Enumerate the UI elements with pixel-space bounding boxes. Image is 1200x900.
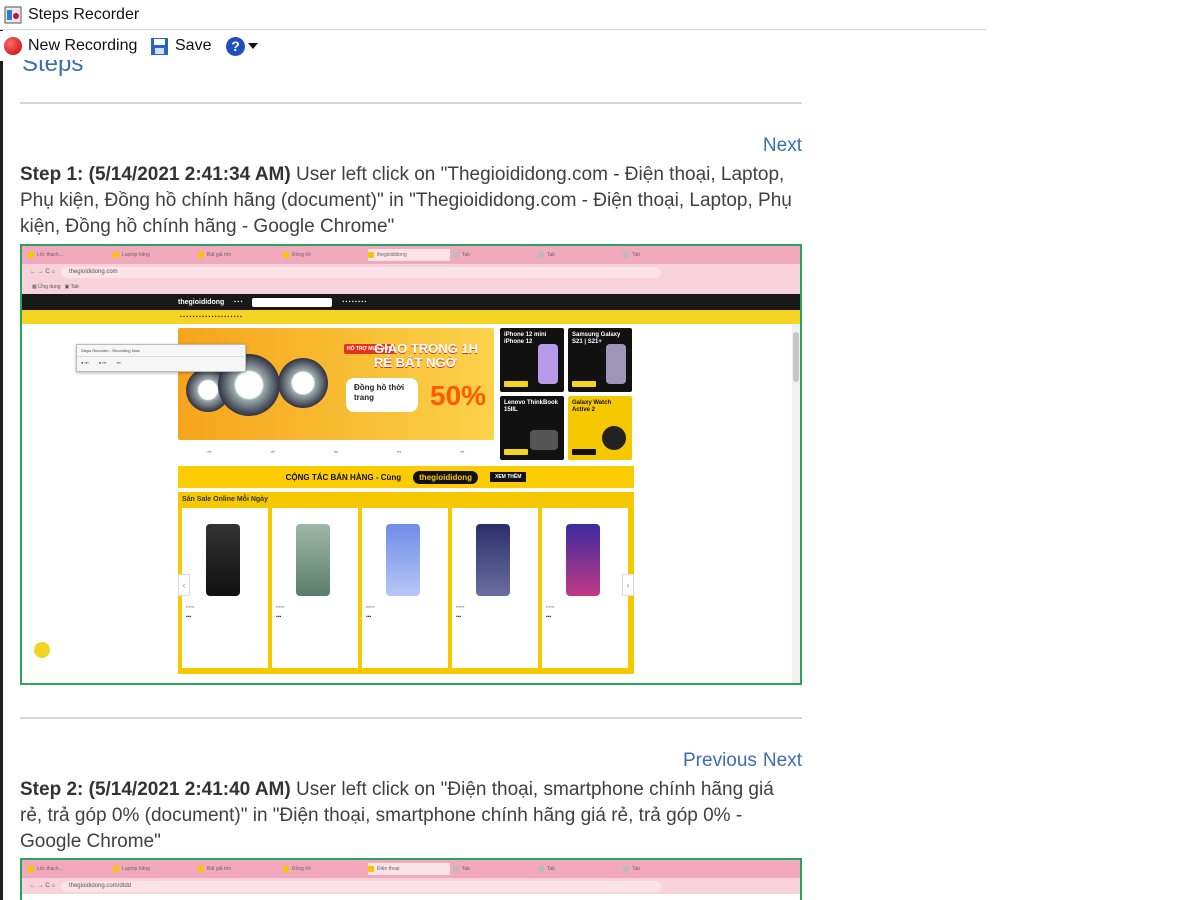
promo-watch: Galaxy Watch Active 2 <box>568 396 632 460</box>
affiliate-banner: CỘNG TÁC BÁN HÀNG - Cùng thegioididong X… <box>178 466 634 488</box>
promo-label: Galaxy Watch Active 2 <box>572 400 612 413</box>
popup-title: Steps Recorder - Recording Now <box>77 345 245 357</box>
save-icon <box>151 37 168 55</box>
banner-pill: Đồng hồ thời trang <box>346 378 418 412</box>
step2-label: Step 2: (5/14/2021 2:41:40 AM) <box>20 779 291 800</box>
cta-text: CỘNG TÁC BÁN HÀNG - Cùng <box>285 472 402 482</box>
carousel-next-icon: › <box>622 574 634 596</box>
divider <box>20 102 802 104</box>
chevron-down-icon <box>248 43 258 49</box>
banner-percent: 50% <box>430 380 487 411</box>
window-border <box>0 0 3 900</box>
carousel-prev-icon: ‹ <box>178 574 190 596</box>
browser-address-bar: ← → C ⌂ thegioididong.com <box>22 264 800 280</box>
banner-captions: ▪▪▪ ▪▪▪ ▪▪▪ ▪▪▪ ▪▪▪ <box>178 442 494 460</box>
sale-title: Săn Sale Online Mỗi Ngày <box>182 496 268 503</box>
record-icon <box>4 37 22 55</box>
help-icon: ? <box>226 36 245 56</box>
product-card: ▪▪▪▪▪▪ ▪▪▪ <box>542 508 628 668</box>
recorder-popup: Steps Recorder - Recording Now ● ▪▪▪ ● ▪▪… <box>76 344 246 372</box>
new-recording-button[interactable]: New Recording <box>4 35 137 57</box>
next-link[interactable]: Next <box>763 135 802 156</box>
new-recording-label: New Recording <box>28 37 138 54</box>
step1-description: Step 1: (5/14/2021 2:41:34 AM) User left… <box>20 162 800 240</box>
banner-headline: GIAO TRONG 1H RẺ BẤT NGỜ <box>374 342 478 370</box>
step2-screenshot: Lốc thạch... Laptop hãng Bát giá tìm Đồn… <box>20 858 802 900</box>
browser-tabstrip: Lốc thạch... Laptop hãng Bát giá tìm Đồn… <box>22 246 800 264</box>
save-label: Save <box>175 37 212 54</box>
browser-status: ▪▪▪▪▪▪▪▪▪▪ <box>22 684 126 685</box>
site-content: HỖ TRỢ MUA ĐƠN GIAO TRONG 1H RẺ BẤT NGỜ … <box>22 324 800 685</box>
promo-samsung: Samsung Galaxy S21 | S21+ <box>568 328 632 392</box>
browser-tabstrip: Lốc thạch... Laptop hãng Bát giá tìm Đồn… <box>22 860 800 878</box>
step1-nav: Next <box>757 135 802 157</box>
site-logo: thegioididong <box>178 298 225 306</box>
promo-label: iPhone 12 mini iPhone 12 <box>504 332 547 345</box>
banner-line1: GIAO TRONG 1H <box>374 341 479 356</box>
browser-url: thegioididong.com <box>60 266 661 278</box>
browser-url: thegioididong.com/dtdd <box>60 880 661 892</box>
step1-screenshot: Lốc thạch... Laptop hãng Bát giá tìm Đồn… <box>20 244 802 685</box>
site-search <box>252 297 333 307</box>
page-scrollbar <box>792 324 800 683</box>
next-link[interactable]: Next <box>763 750 802 771</box>
site-nav: ▪ ▪ ▪ ▪ ▪ ▪ ▪ ▪ ▪ ▪ ▪ ▪ ▪ ▪ ▪ ▪ ▪ ▪ ▪ ▪ <box>22 310 800 324</box>
help-button[interactable]: ? <box>226 35 258 57</box>
cta-button: XEM THÊM <box>490 472 527 482</box>
promo-lenovo: Lenovo ThinkBook 15IIL <box>500 396 564 460</box>
sale-section: Săn Sale Online Mỗi Ngày ▪▪▪▪▪▪ ▪▪▪ ▪▪▪▪▪… <box>178 492 634 674</box>
title-bar: Steps Recorder <box>0 0 986 30</box>
chat-bubble-icon <box>34 642 50 658</box>
banner-line2: RẺ BẤT NGỜ <box>374 355 457 370</box>
divider <box>20 717 802 719</box>
toolbar: New Recording Save ? <box>0 31 986 61</box>
save-button[interactable]: Save <box>150 35 211 57</box>
step2-description: Step 2: (5/14/2021 2:41:40 AM) User left… <box>20 777 800 855</box>
previous-link[interactable]: Previous <box>683 750 757 771</box>
product-card: ▪▪▪▪▪▪ ▪▪▪ <box>272 508 358 668</box>
promo-label: Lenovo ThinkBook 15IIL <box>504 400 558 413</box>
site-header: thegioididong ▪ ▪ ▪ ▪ ▪ ▪ ▪ ▪ ▪ ▪ ▪ <box>22 294 800 310</box>
cta-brand: thegioididong <box>413 470 479 484</box>
promo-iphone: iPhone 12 mini iPhone 12 <box>500 328 564 392</box>
browser-address-bar: ← → C ⌂ thegioididong.com/dtdd <box>22 878 800 894</box>
step1-label: Step 1: (5/14/2021 2:41:34 AM) <box>20 164 291 185</box>
steps-recorder-icon <box>4 6 22 24</box>
product-card: ▪▪▪▪▪▪ ▪▪▪ <box>452 508 538 668</box>
window-title: Steps Recorder <box>28 6 140 23</box>
bookmarks-bar: ▦ Ứng dụng ▣ Tab <box>22 280 800 294</box>
product-card: ▪▪▪▪▪▪ ▪▪▪ <box>182 508 268 668</box>
step2-nav: Previous Next <box>677 750 802 772</box>
product-card: ▪▪▪▪▪▪ ▪▪▪ <box>362 508 448 668</box>
